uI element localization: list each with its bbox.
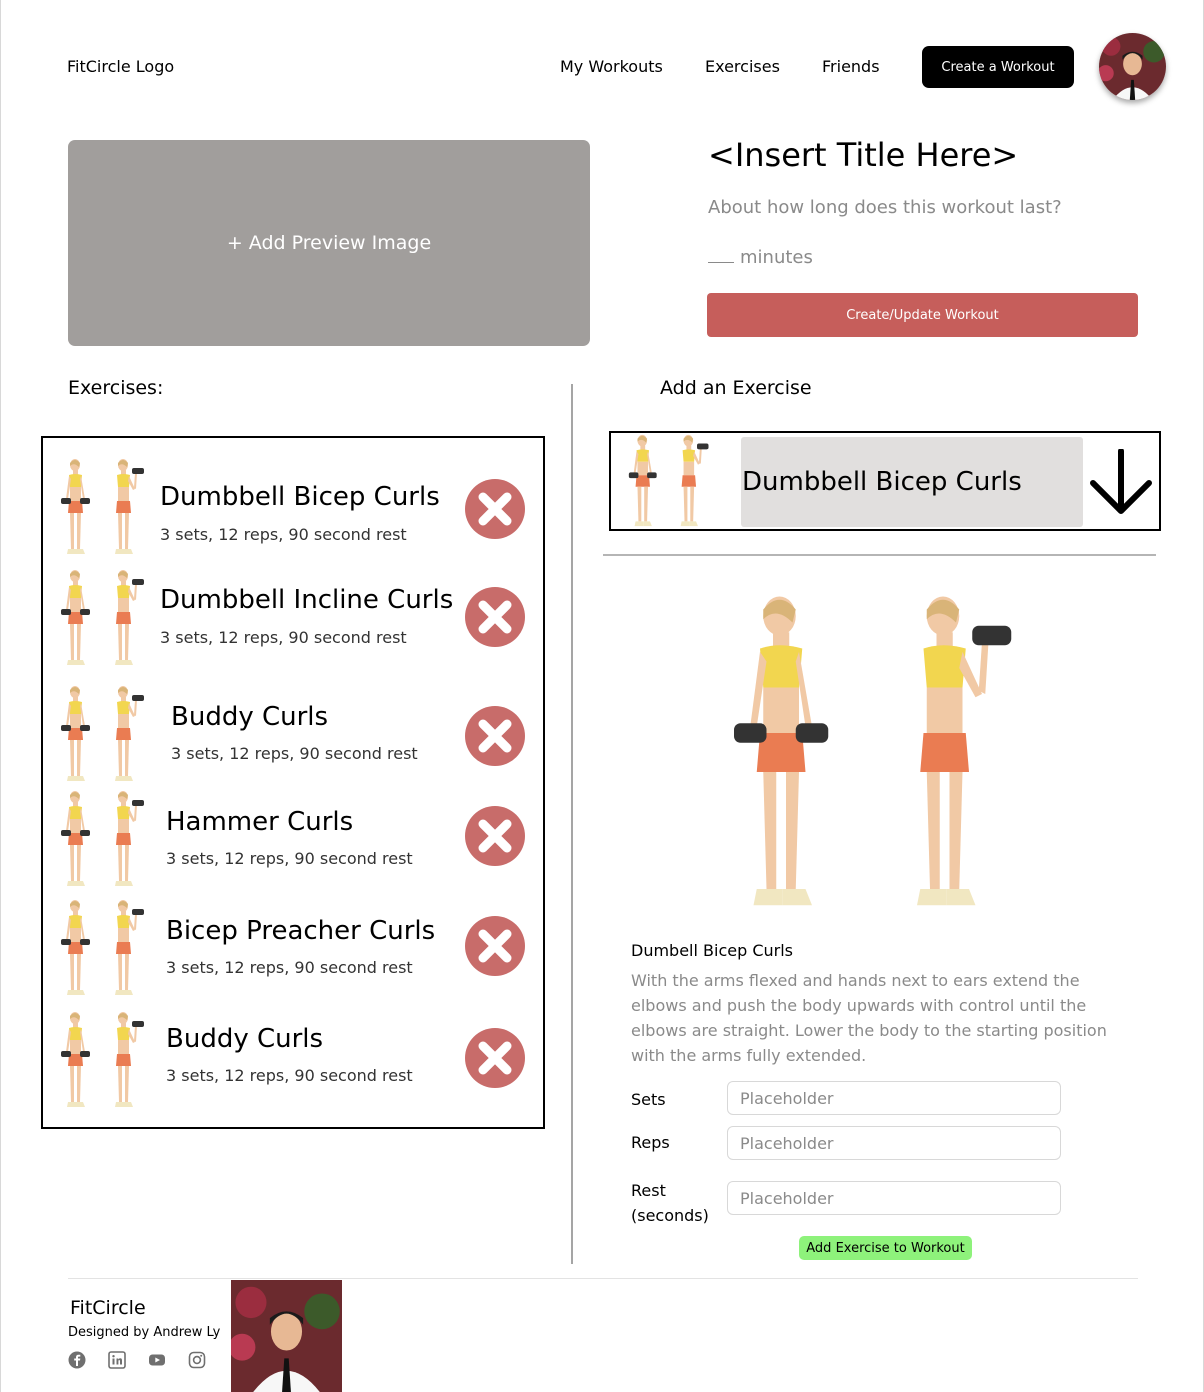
list-item[interactable]: Bicep Preacher Curls 3 sets, 12 reps, 90…	[43, 892, 543, 998]
nav-friends[interactable]: Friends	[822, 57, 880, 76]
exercise-list: Dumbbell Bicep Curls 3 sets, 12 reps, 90…	[41, 436, 545, 1129]
exercise-thumbnail	[61, 570, 144, 665]
instagram-icon[interactable]	[188, 1351, 206, 1369]
page: FitCircle Logo My Workouts Exercises Fri…	[0, 0, 1204, 1392]
exercise-thumbnail	[61, 900, 144, 995]
exercise-detail: 3 sets, 12 reps, 90 second rest	[160, 525, 407, 544]
exercise-thumbnail	[61, 459, 144, 554]
exercise-name: Bicep Preacher Curls	[166, 916, 436, 946]
exercise-detail: 3 sets, 12 reps, 90 second rest	[160, 628, 407, 647]
rest-label: Rest (seconds)	[631, 1178, 709, 1228]
avatar-photo	[1099, 33, 1166, 100]
section-divider	[603, 554, 1156, 556]
footer-credit: Designed by Andrew Ly	[68, 1325, 221, 1340]
exercises-heading: Exercises:	[68, 377, 164, 399]
exercise-name: Hammer Curls	[166, 807, 354, 837]
exercise-name: Dumbbell Incline Curls	[160, 585, 454, 615]
facebook-icon[interactable]	[68, 1351, 86, 1369]
linkedin-icon[interactable]	[108, 1351, 126, 1369]
minutes-input-row[interactable]: minutes	[708, 247, 813, 268]
remove-exercise-icon[interactable]	[464, 1027, 526, 1089]
footer-brand: FitCircle	[70, 1297, 146, 1319]
exercise-description: With the arms flexed and hands next to e…	[631, 971, 1107, 1065]
nav-exercises[interactable]: Exercises	[705, 57, 780, 76]
rest-label-line2: (seconds)	[631, 1206, 709, 1225]
exercise-detail: 3 sets, 12 reps, 90 second rest	[171, 744, 418, 763]
arrow-down-icon[interactable]	[1089, 449, 1153, 517]
list-item[interactable]: Dumbbell Incline Curls 3 sets, 12 reps, …	[43, 562, 543, 668]
exercise-illustration	[734, 596, 1012, 906]
reps-input[interactable]	[727, 1126, 1061, 1160]
selected-exercise-thumbnail	[628, 434, 709, 527]
remove-exercise-icon[interactable]	[464, 586, 526, 648]
sets-label: Sets	[631, 1090, 666, 1109]
youtube-icon[interactable]	[148, 1351, 166, 1369]
rest-input[interactable]	[727, 1181, 1061, 1215]
footer-divider	[68, 1278, 1138, 1279]
add-exercise-button[interactable]: Add Exercise to Workout	[799, 1236, 972, 1260]
create-update-workout-button[interactable]: Create/Update Workout	[707, 293, 1138, 337]
remove-exercise-icon[interactable]	[464, 915, 526, 977]
remove-exercise-icon[interactable]	[464, 805, 526, 867]
exercise-thumbnail	[61, 791, 144, 886]
exercise-detail-title: Dumbell Bicep Curls	[631, 941, 793, 960]
add-exercise-heading: Add an Exercise	[660, 377, 812, 399]
minutes-label: minutes	[740, 247, 813, 268]
selected-exercise-value[interactable]: Dumbbell Bicep Curls	[741, 437, 1083, 527]
duration-question: About how long does this workout last?	[708, 197, 1062, 218]
list-item[interactable]: Buddy Curls 3 sets, 12 reps, 90 second r…	[43, 678, 543, 784]
designer-photo-image	[231, 1280, 342, 1392]
exercise-detail: 3 sets, 12 reps, 90 second rest	[166, 849, 413, 868]
exercise-thumbnail	[61, 686, 144, 781]
exercise-detail: 3 sets, 12 reps, 90 second rest	[166, 958, 413, 977]
exercise-select[interactable]: Dumbbell Bicep Curls	[609, 431, 1161, 531]
exercise-name: Buddy Curls	[171, 702, 329, 732]
create-workout-button[interactable]: Create a Workout	[922, 46, 1074, 88]
logo[interactable]: FitCircle Logo	[67, 57, 174, 76]
list-item[interactable]: Buddy Curls 3 sets, 12 reps, 90 second r…	[43, 1004, 543, 1110]
sets-input[interactable]	[727, 1081, 1061, 1115]
workout-title[interactable]: <Insert Title Here>	[708, 136, 1018, 174]
add-preview-image-button[interactable]: + Add Preview Image	[68, 140, 590, 346]
list-item[interactable]: Dumbbell Bicep Curls 3 sets, 12 reps, 90…	[43, 451, 543, 557]
exercise-thumbnail	[61, 1012, 144, 1107]
list-item[interactable]: Hammer Curls 3 sets, 12 reps, 90 second …	[43, 783, 543, 889]
exercise-name: Dumbbell Bicep Curls	[160, 482, 440, 512]
avatar[interactable]	[1099, 33, 1166, 100]
exercise-detail: 3 sets, 12 reps, 90 second rest	[166, 1066, 413, 1085]
reps-label: Reps	[631, 1133, 670, 1152]
rest-label-line1: Rest	[631, 1181, 666, 1200]
remove-exercise-icon[interactable]	[464, 705, 526, 767]
column-divider	[571, 384, 573, 1264]
nav-my-workouts[interactable]: My Workouts	[560, 57, 663, 76]
minutes-blank[interactable]	[708, 262, 734, 263]
remove-exercise-icon[interactable]	[464, 478, 526, 540]
exercise-name: Buddy Curls	[166, 1024, 324, 1054]
designer-photo	[231, 1280, 342, 1392]
